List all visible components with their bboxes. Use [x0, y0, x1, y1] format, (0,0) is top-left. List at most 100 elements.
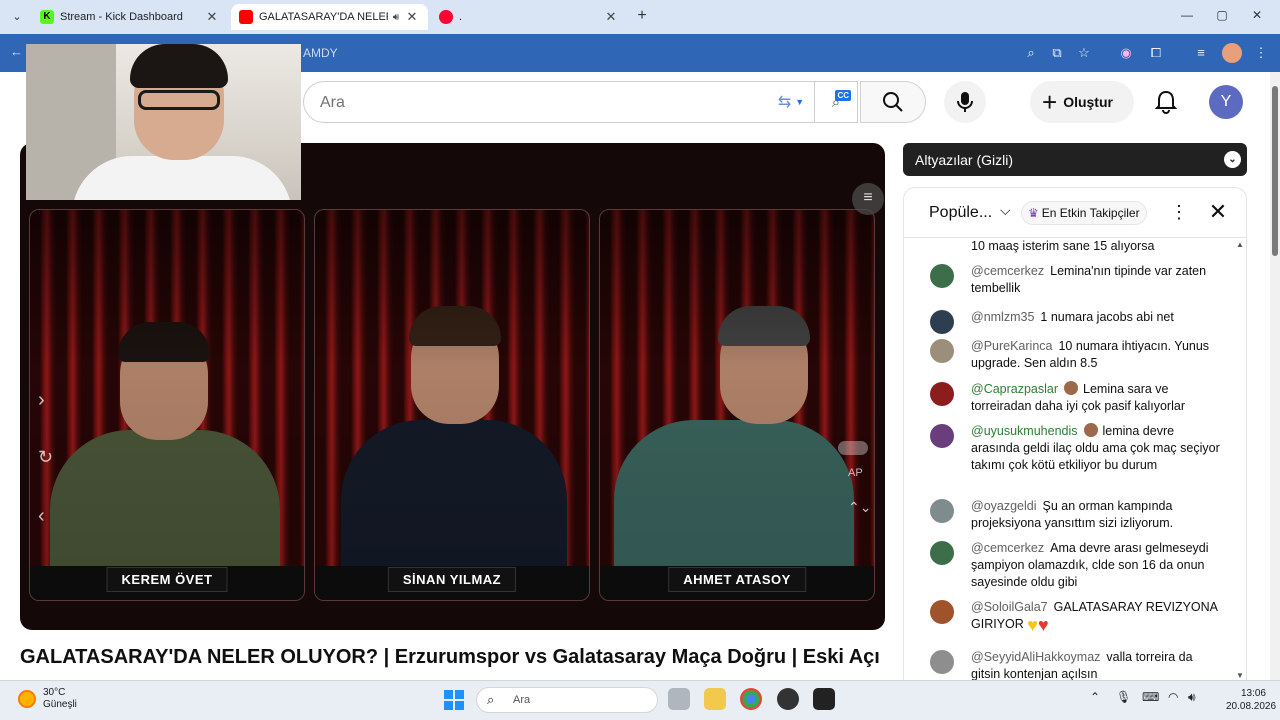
- chip-label: En Etkin Takipçiler: [1041, 206, 1140, 220]
- tab-youtube-video[interactable]: GALATASARAY'DA NELER O 🔊︎ ✕: [231, 4, 428, 30]
- bookmark-star-icon[interactable]: ☆: [1075, 44, 1093, 62]
- previous-arrow-icon[interactable]: ‹: [38, 505, 45, 528]
- keyboard-translate-button[interactable]: ⇆ ▼: [768, 81, 814, 123]
- close-icon[interactable]: ✕: [1206, 200, 1230, 224]
- message-body: @nmlzm35 1 numara jacobs abi net: [971, 309, 1221, 326]
- expand-chevrons-icon[interactable]: ⌃⌄: [848, 499, 871, 516]
- account-avatar[interactable]: Y: [1209, 85, 1243, 119]
- maximize-icon[interactable]: ▢: [1213, 8, 1231, 22]
- more-options-icon[interactable]: ⋮: [1170, 201, 1188, 225]
- back-icon[interactable]: ←: [10, 44, 23, 59]
- host-panel-1: KEREM ÖVET: [29, 209, 305, 601]
- subtitles-panel[interactable]: Altyazılar (Gizli) ⌄: [903, 143, 1247, 176]
- message-body: @SeyyidAliHakkoymaz valla torreira da git…: [971, 649, 1221, 680]
- minimize-icon[interactable]: —: [1178, 8, 1196, 22]
- refresh-icon[interactable]: ↻: [38, 447, 53, 468]
- extensions-puzzle-icon[interactable]: ⧠: [1147, 44, 1165, 62]
- tab-search-chevron-icon[interactable]: ⌄: [8, 8, 26, 26]
- extension-icon[interactable]: ◉: [1117, 44, 1135, 62]
- voice-search-button[interactable]: [944, 81, 986, 123]
- profile-avatar[interactable]: [1222, 43, 1242, 63]
- top-fans-chip[interactable]: ♛ En Etkin Takipçiler: [1021, 201, 1147, 225]
- zoom-icon[interactable]: ⌕: [1022, 44, 1040, 62]
- time: 13:06: [1240, 688, 1266, 699]
- start-button[interactable]: [444, 690, 464, 710]
- avatar: [930, 499, 954, 523]
- next-arrow-icon[interactable]: ›: [38, 389, 45, 412]
- close-tab-icon[interactable]: ✕: [603, 9, 619, 25]
- taskbar-search-placeholder: Ara: [513, 694, 531, 706]
- clock[interactable]: 13:06 20.08.2026: [1226, 687, 1277, 713]
- panel-shade: [600, 210, 874, 600]
- keyboard-icon[interactable]: ⌨: [1142, 690, 1159, 704]
- media-control-icon[interactable]: ≡: [1192, 44, 1210, 62]
- file-explorer-icon[interactable]: [704, 688, 726, 710]
- chat-author[interactable]: @nmlzm35: [971, 310, 1034, 324]
- scroll-up-icon[interactable]: ▲: [1236, 240, 1244, 249]
- search-input[interactable]: [320, 92, 740, 114]
- avatar: [930, 541, 954, 565]
- notifications-button[interactable]: [1148, 84, 1184, 120]
- chrome-icon[interactable]: [740, 688, 762, 710]
- close-tab-icon[interactable]: ✕: [204, 9, 220, 25]
- chat-author[interactable]: @SoloilGala7: [971, 600, 1048, 614]
- chat-author[interactable]: @oyazgeldi: [971, 499, 1037, 513]
- chat-mode-select[interactable]: Popüle...: [929, 204, 992, 222]
- app-icon[interactable]: [777, 688, 799, 710]
- chat-author[interactable]: @cemcerkez: [971, 541, 1044, 555]
- wifi-icon[interactable]: ◠: [1168, 690, 1178, 704]
- create-button[interactable]: + Oluştur: [1030, 81, 1134, 123]
- translate-icon: ⇆: [777, 94, 792, 111]
- chevron-down-icon[interactable]: ⌄: [1224, 151, 1241, 168]
- search-button[interactable]: [860, 81, 926, 123]
- member-badge-icon: [1064, 381, 1079, 395]
- streamer-hair: [130, 44, 228, 88]
- speaker-icon[interactable]: 🔊︎: [388, 12, 404, 23]
- tray-overflow-icon[interactable]: ⌃: [1090, 690, 1100, 704]
- browser-menu-icon[interactable]: ⋮: [1252, 44, 1270, 62]
- bell-icon: [1155, 90, 1177, 114]
- page-scrollbar[interactable]: [1270, 72, 1280, 680]
- chat-author[interactable]: @uyusukmuhendis: [971, 424, 1078, 438]
- tab-youtube-other[interactable]: . ✕: [431, 4, 627, 30]
- video-player[interactable]: KEREM ÖVET SİNAN YILMAZ AHMET ATASOY ≡ ›…: [20, 143, 885, 630]
- host-nameplate: KEREM ÖVET: [106, 567, 228, 592]
- chat-author[interactable]: @PureKarinca: [971, 339, 1052, 353]
- taskbar-search[interactable]: ⌕ Ara: [476, 687, 658, 713]
- mic-tray-icon[interactable]: 🎙︎: [1116, 690, 1131, 704]
- address-text[interactable]: AMDY: [303, 46, 338, 60]
- date: 20.08.2026: [1226, 701, 1277, 712]
- chevron-down-icon[interactable]: ⌵: [1000, 202, 1011, 219]
- chat-messages[interactable]: 10 maaş isterim sane 15 alıyorsa @cemcer…: [904, 238, 1246, 680]
- microphone-icon: [957, 92, 973, 112]
- chat-scrollbar[interactable]: ▲ ▼: [1236, 240, 1244, 680]
- app-icon[interactable]: [813, 688, 835, 710]
- plus-icon: +: [1042, 87, 1058, 117]
- chat-author[interactable]: @Caprazpaslar: [971, 382, 1058, 396]
- autoplay-toggle[interactable]: [838, 441, 868, 455]
- sun-icon[interactable]: [18, 690, 36, 708]
- close-window-icon[interactable]: ✕: [1248, 8, 1266, 22]
- message-text: 10 maaş isterim sane 15 alıyorsa: [971, 239, 1155, 253]
- weather-widget[interactable]: 30°C Güneşli: [43, 687, 77, 711]
- search-box[interactable]: [303, 81, 768, 123]
- message-body: @Caprazpaslar Lemina sara ve torreiradan …: [971, 381, 1221, 415]
- task-view-icon[interactable]: [668, 688, 690, 710]
- player-menu-icon[interactable]: ≡: [852, 183, 884, 215]
- message-body: @oyazgeldi Şu an orman kampında projeksiy…: [971, 498, 1221, 532]
- tab-kick-dashboard[interactable]: K Stream - Kick Dashboard ✕: [32, 4, 228, 30]
- chat-author[interactable]: @cemcerkez: [971, 264, 1044, 278]
- tab-title: Stream - Kick Dashboard: [60, 11, 183, 23]
- member-badge-icon: [1083, 423, 1098, 437]
- chat-author[interactable]: @SeyyidAliHakkoymaz: [971, 650, 1100, 664]
- avatar: [930, 339, 954, 363]
- scroll-down-icon[interactable]: ▼: [1236, 671, 1244, 680]
- scrollbar-thumb[interactable]: [1272, 86, 1278, 256]
- yellow-heart-icon: ♥: [1027, 615, 1038, 635]
- temperature: 30°C: [43, 687, 66, 698]
- new-tab-icon[interactable]: +: [632, 6, 652, 26]
- cast-icon[interactable]: ⧉: [1048, 44, 1066, 62]
- caption-search-button[interactable]: ⌕ CC: [814, 81, 858, 123]
- volume-icon[interactable]: 🔊︎: [1188, 690, 1196, 705]
- close-tab-icon[interactable]: ✕: [404, 9, 420, 25]
